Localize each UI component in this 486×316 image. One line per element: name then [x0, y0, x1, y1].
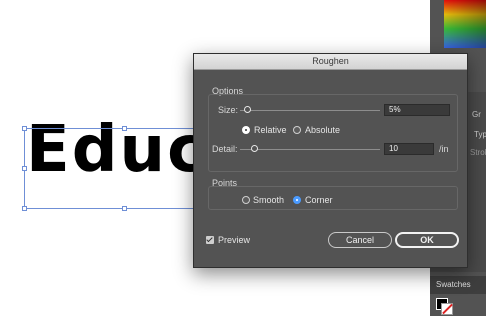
smooth-radio[interactable]: [242, 196, 250, 204]
cancel-button[interactable]: Cancel: [328, 232, 392, 248]
selection-handle-top-left[interactable]: [22, 126, 27, 131]
panel-heading-gradient[interactable]: Gr: [472, 110, 481, 119]
swatches-tab[interactable]: Swatches: [430, 276, 486, 294]
detail-slider-thumb[interactable]: [250, 145, 258, 152]
panel-label-stroke: Strok: [470, 148, 486, 157]
color-spectrum-shade: [444, 0, 486, 48]
preview-checkbox[interactable]: [206, 236, 214, 244]
stroke-color-swatch[interactable]: [441, 303, 453, 315]
dialog-title[interactable]: Roughen: [194, 54, 467, 70]
detail-slider-track[interactable]: [240, 149, 380, 150]
smooth-radio-label[interactable]: Smooth: [253, 195, 284, 205]
preview-label[interactable]: Preview: [218, 235, 250, 245]
ok-button[interactable]: OK: [395, 232, 459, 248]
relative-radio[interactable]: [242, 126, 250, 134]
selection-handle-bottom-middle[interactable]: [122, 206, 127, 211]
size-label: Size:: [218, 105, 239, 115]
selection-handle-bottom-left[interactable]: [22, 206, 27, 211]
absolute-radio[interactable]: [293, 126, 301, 134]
absolute-radio-label[interactable]: Absolute: [305, 125, 340, 135]
panel-label-type: Typ: [474, 130, 486, 139]
size-slider-track[interactable]: [240, 110, 380, 111]
detail-unit: /in: [439, 144, 449, 154]
size-slider-thumb[interactable]: [243, 106, 251, 113]
selection-handle-top-middle[interactable]: [122, 126, 127, 131]
detail-label: Detail:: [212, 144, 238, 154]
relative-radio-label[interactable]: Relative: [254, 125, 287, 135]
selection-handle-middle-left[interactable]: [22, 166, 27, 171]
size-input[interactable]: 5%: [384, 104, 450, 116]
roughen-dialog: Roughen Options Size: 5% Relative Absolu…: [193, 53, 468, 268]
corner-radio[interactable]: [293, 196, 301, 204]
detail-input[interactable]: 10: [384, 143, 434, 155]
corner-radio-label[interactable]: Corner: [305, 195, 333, 205]
